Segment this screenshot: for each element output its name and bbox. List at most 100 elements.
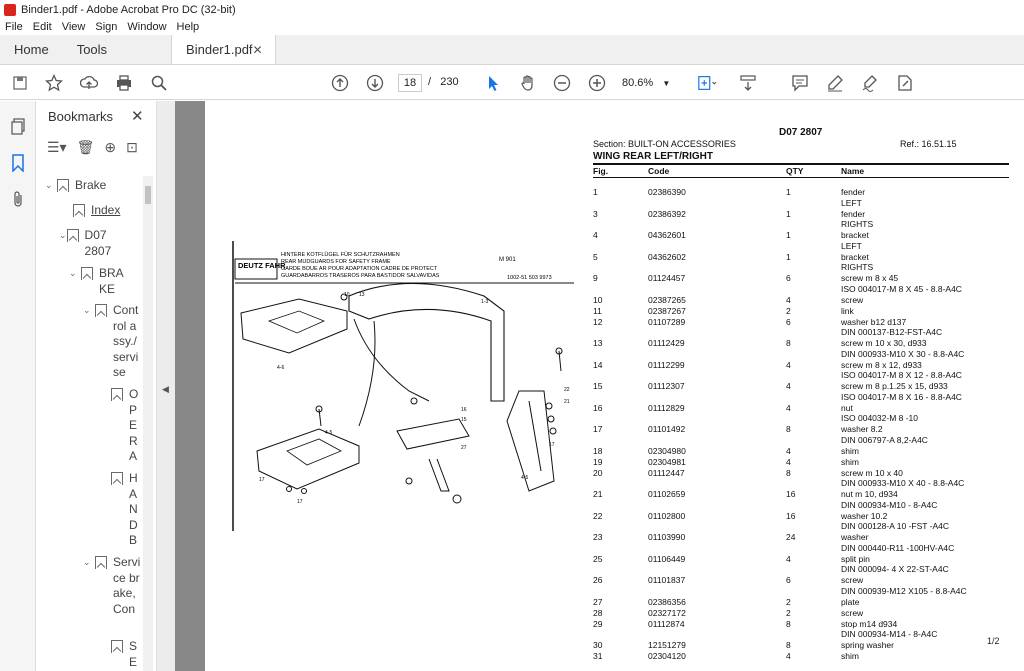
cell-name: ISO 004017-M 8 X 16 - 8.8-A4C — [841, 391, 962, 402]
navigation-rail — [0, 101, 36, 671]
cell-code: 02386392 — [648, 208, 686, 219]
next-page-icon[interactable] — [365, 73, 385, 93]
save-icon[interactable] — [10, 73, 30, 93]
delete-bookmark-icon[interactable]: 🗑 — [77, 139, 95, 156]
cell-fig: 10 — [593, 294, 603, 305]
previous-page-icon[interactable] — [330, 73, 350, 93]
page-number-input[interactable]: 18 — [398, 74, 422, 92]
cell-qty: 4 — [786, 381, 791, 391]
bookmark-index[interactable]: Index — [73, 203, 143, 219]
cell-fig: 12 — [593, 316, 603, 327]
cell-name: DIN 000934-M14 - 8-A4C — [841, 629, 938, 639]
cell-fig: 20 — [593, 467, 603, 478]
tab-document[interactable]: Binder1.pdf ✕ — [171, 35, 277, 64]
page-heading: WING REAR LEFT/RIGHT — [593, 151, 713, 162]
bookmarks-panel-icon[interactable] — [8, 153, 28, 173]
comment-icon[interactable] — [790, 73, 810, 93]
bookmark-handb[interactable]: HANDB — [111, 471, 145, 549]
bookmark-control-assy[interactable]: ⌄ Control assy./servise — [83, 303, 145, 381]
bookmark-brake[interactable]: ⌄ Brake — [45, 178, 143, 194]
search-icon[interactable] — [149, 73, 169, 93]
bookmark-d07-2807[interactable]: ⌄ D07 2807 — [59, 228, 115, 259]
page-thumbnails-icon[interactable] — [8, 117, 28, 137]
expand-bookmark-icon[interactable]: ⊡ — [126, 139, 138, 156]
cell-code: 01112299 — [648, 359, 685, 370]
caption-line-4: GUARDABARROS TRASEROS PARA BASTIDOR SALV… — [281, 273, 440, 279]
bookmarks-scrollbar[interactable] — [143, 176, 153, 671]
menu-sign[interactable]: Sign — [95, 21, 117, 33]
bookmark-se[interactable]: SE — [111, 639, 145, 670]
new-bookmark-icon[interactable]: ⊕ — [104, 139, 116, 156]
chevron-down-icon[interactable]: ⌄ — [69, 266, 81, 297]
cell-name: RIGHTS — [841, 262, 874, 272]
zoom-in-icon[interactable] — [587, 73, 607, 93]
cell-name: DIN 000137-B12-FST-A4C — [841, 327, 943, 337]
close-tab-icon[interactable]: ✕ — [253, 43, 263, 57]
cell-code: 01101837 — [648, 575, 686, 585]
cell-name: screw m 8 x 12, d933 — [841, 359, 922, 370]
cell-fig: 11 — [593, 305, 602, 316]
cell-name: split pin — [841, 553, 870, 564]
svg-text:4-5: 4-5 — [325, 430, 332, 436]
cell-name: RIGHTS — [841, 219, 874, 229]
bookmark-service-brake[interactable]: ⌄ Service brake, Con — [83, 555, 145, 617]
menu-window[interactable]: Window — [127, 21, 166, 33]
zoom-out-icon[interactable] — [552, 73, 572, 93]
cell-name: spring washer — [841, 640, 894, 650]
cell-fig: 18 — [593, 445, 603, 456]
close-icon[interactable]: ✕ — [131, 107, 144, 125]
options-menu-icon[interactable]: ☰▾ — [47, 139, 67, 156]
cell-name: washer 10.2 — [841, 510, 888, 521]
heading-rule — [593, 163, 1009, 165]
cell-qty: 8 — [786, 640, 791, 650]
chevron-down-icon[interactable]: ⌄ — [83, 303, 95, 381]
cell-name: washer b12 d137 — [841, 316, 907, 327]
panel-splitter[interactable]: ◀ — [157, 101, 175, 671]
sign-icon[interactable] — [860, 73, 880, 93]
cell-name: screw m 10 x 40 — [841, 467, 903, 478]
cell-code: 01102659 — [648, 489, 686, 499]
svg-text:17: 17 — [297, 499, 303, 505]
highlight-pen-icon[interactable] — [825, 73, 845, 93]
svg-text:27: 27 — [461, 445, 467, 451]
page-fit-icon[interactable] — [697, 73, 717, 93]
cell-code: 02304981 — [648, 456, 686, 467]
scroll-mode-icon[interactable] — [738, 73, 758, 93]
cell-fig: 27 — [593, 596, 603, 607]
collapse-panel-icon[interactable]: ◀ — [162, 384, 169, 395]
cell-code: 01112307 — [648, 381, 685, 391]
print-icon[interactable] — [114, 73, 134, 93]
bookmark-icon — [81, 267, 93, 280]
cell-name: DIN 006797-A 8,2-A4C — [841, 434, 928, 445]
tab-tools[interactable]: Tools — [63, 35, 121, 64]
cell-qty: 4 — [786, 359, 791, 370]
fill-sign-icon[interactable] — [895, 73, 915, 93]
menu-view[interactable]: View — [62, 21, 86, 33]
svg-text:15: 15 — [461, 417, 467, 423]
svg-text:21: 21 — [564, 399, 570, 405]
zoom-level-select[interactable]: 80.6% ▼ — [622, 74, 674, 92]
chevron-down-icon[interactable]: ⌄ — [45, 178, 57, 194]
cell-name: ISO 004032-M 8 -10 — [841, 413, 919, 423]
bookmark-star-icon[interactable] — [44, 73, 64, 93]
cell-name: screw — [841, 607, 864, 618]
cell-name: screw — [841, 294, 864, 305]
chevron-down-icon[interactable]: ⌄ — [59, 228, 67, 259]
acrobat-logo-icon — [4, 3, 16, 16]
select-cursor-icon[interactable] — [483, 73, 503, 93]
bookmark-brake-section[interactable]: ⌄ BRAKE — [69, 266, 139, 297]
cell-name: shim — [841, 445, 859, 456]
page-total: / 230 — [428, 76, 459, 88]
hand-tool-icon[interactable] — [518, 73, 538, 93]
menu-help[interactable]: Help — [177, 21, 200, 33]
tab-home[interactable]: Home — [0, 35, 63, 64]
section-title: Section: BUILT-ON ACCESSORIES — [593, 139, 736, 149]
menu-edit[interactable]: Edit — [33, 21, 52, 33]
cell-code: 02327172 — [648, 607, 686, 618]
menu-file[interactable]: File — [5, 21, 23, 33]
chevron-down-icon[interactable]: ⌄ — [83, 555, 95, 617]
upload-cloud-icon[interactable] — [79, 73, 99, 93]
cell-name: LEFT — [841, 197, 862, 208]
attachments-paperclip-icon[interactable] — [8, 189, 28, 209]
bookmark-opera[interactable]: OPERA — [111, 387, 145, 465]
